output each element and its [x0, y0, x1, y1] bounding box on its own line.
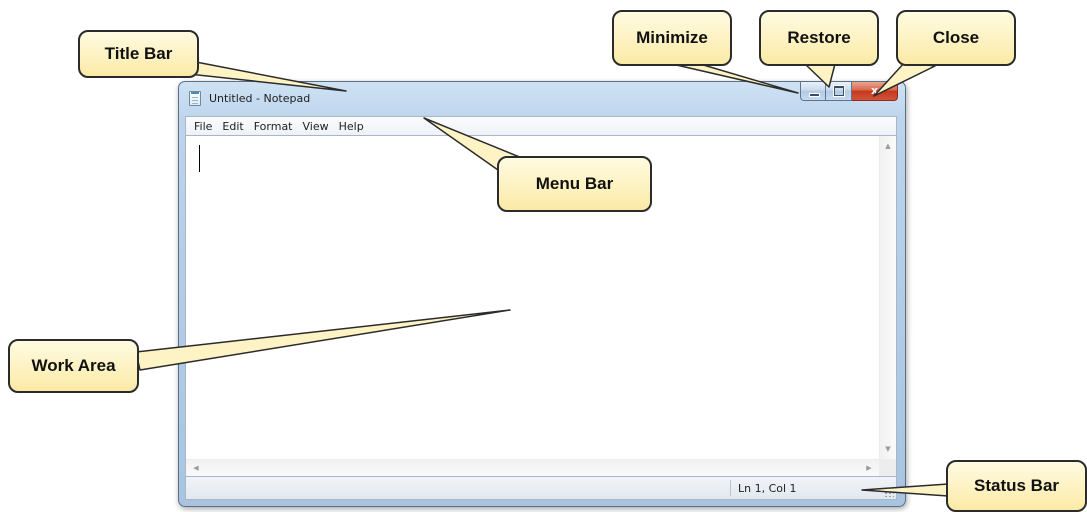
resize-grip-icon[interactable]	[884, 487, 894, 497]
restore-button[interactable]	[826, 82, 852, 101]
scroll-right-icon[interactable]: ▶	[861, 460, 877, 476]
scrollbar-corner	[879, 459, 896, 476]
menu-view[interactable]: View	[298, 120, 334, 133]
text-caret	[199, 145, 200, 172]
scroll-down-icon[interactable]: ▼	[880, 441, 896, 457]
callout-restore: Restore	[759, 10, 879, 66]
status-separator	[730, 480, 731, 496]
callout-close: Close	[896, 10, 1016, 66]
callout-status-bar: Status Bar	[946, 460, 1087, 512]
vertical-scrollbar[interactable]: ▲ ▼	[879, 136, 896, 459]
callout-work-area: Work Area	[8, 339, 139, 393]
scroll-up-icon[interactable]: ▲	[880, 138, 896, 154]
close-button[interactable]: x	[852, 82, 898, 101]
minimize-button[interactable]	[800, 82, 826, 101]
caption-buttons: x	[800, 82, 898, 102]
horizontal-scrollbar[interactable]: ◀ ▶	[186, 459, 879, 476]
title-bar[interactable]: Untitled - Notepad x	[179, 82, 905, 116]
scroll-left-icon[interactable]: ◀	[188, 460, 204, 476]
menu-format[interactable]: Format	[249, 120, 298, 133]
menu-edit[interactable]: Edit	[217, 120, 248, 133]
status-bar: Ln 1, Col 1	[185, 476, 897, 500]
close-icon: x	[870, 84, 879, 97]
callout-minimize: Minimize	[612, 10, 732, 66]
window-title: Untitled - Notepad	[209, 92, 311, 105]
minimize-icon	[809, 93, 820, 97]
callout-title-bar: Title Bar	[78, 30, 199, 78]
menu-help[interactable]: Help	[334, 120, 369, 133]
menu-file[interactable]: File	[189, 120, 217, 133]
cursor-position: Ln 1, Col 1	[738, 482, 797, 495]
notepad-window: Untitled - Notepad x File Edit Format Vi…	[178, 81, 906, 507]
notepad-icon[interactable]	[189, 91, 201, 106]
callout-menu-bar: Menu Bar	[497, 156, 652, 212]
menu-bar: File Edit Format View Help	[185, 116, 897, 136]
restore-icon	[833, 85, 845, 97]
